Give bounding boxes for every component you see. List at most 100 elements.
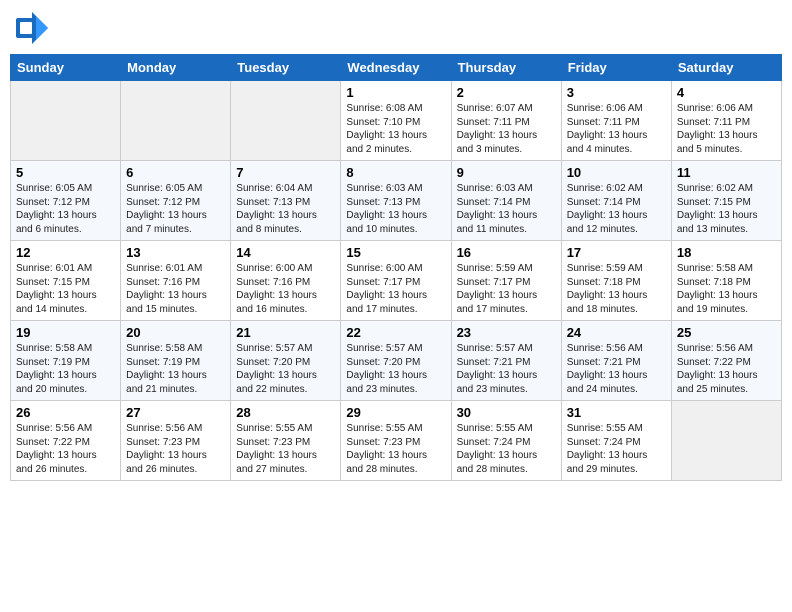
day-number: 29 [346, 405, 445, 420]
calendar-cell: 8 Sunrise: 6:03 AM Sunset: 7:13 PM Daylig… [341, 161, 451, 241]
calendar-cell: 21 Sunrise: 5:57 AM Sunset: 7:20 PM Dayli… [231, 321, 341, 401]
cell-info: Sunrise: 6:01 AM Sunset: 7:16 PM Dayligh… [126, 262, 225, 316]
calendar-cell: 15 Sunrise: 6:00 AM Sunset: 7:17 PM Dayli… [341, 241, 451, 321]
day-number: 2 [457, 85, 556, 100]
day-number: 27 [126, 405, 225, 420]
calendar-cell: 6 Sunrise: 6:05 AM Sunset: 7:12 PM Daylig… [121, 161, 231, 241]
cell-info: Sunrise: 6:00 AM Sunset: 7:16 PM Dayligh… [236, 262, 335, 316]
cell-info: Sunrise: 6:02 AM Sunset: 7:14 PM Dayligh… [567, 182, 666, 236]
day-number: 12 [16, 245, 115, 260]
calendar-cell: 1 Sunrise: 6:08 AM Sunset: 7:10 PM Daylig… [341, 81, 451, 161]
day-number: 24 [567, 325, 666, 340]
day-number: 23 [457, 325, 556, 340]
calendar-cell: 19 Sunrise: 5:58 AM Sunset: 7:19 PM Dayli… [11, 321, 121, 401]
cell-info: Sunrise: 6:04 AM Sunset: 7:13 PM Dayligh… [236, 182, 335, 236]
day-number: 20 [126, 325, 225, 340]
cell-info: Sunrise: 6:06 AM Sunset: 7:11 PM Dayligh… [677, 102, 776, 156]
day-number: 14 [236, 245, 335, 260]
day-number: 26 [16, 405, 115, 420]
calendar-cell: 3 Sunrise: 6:06 AM Sunset: 7:11 PM Daylig… [561, 81, 671, 161]
cell-info: Sunrise: 6:03 AM Sunset: 7:13 PM Dayligh… [346, 182, 445, 236]
calendar-cell: 27 Sunrise: 5:56 AM Sunset: 7:23 PM Dayli… [121, 401, 231, 481]
calendar-cell: 4 Sunrise: 6:06 AM Sunset: 7:11 PM Daylig… [671, 81, 781, 161]
cell-info: Sunrise: 5:57 AM Sunset: 7:20 PM Dayligh… [346, 342, 445, 396]
calendar-cell: 23 Sunrise: 5:57 AM Sunset: 7:21 PM Dayli… [451, 321, 561, 401]
calendar-cell: 10 Sunrise: 6:02 AM Sunset: 7:14 PM Dayli… [561, 161, 671, 241]
day-number: 21 [236, 325, 335, 340]
day-number: 25 [677, 325, 776, 340]
cell-info: Sunrise: 5:55 AM Sunset: 7:23 PM Dayligh… [346, 422, 445, 476]
day-number: 18 [677, 245, 776, 260]
calendar-cell: 7 Sunrise: 6:04 AM Sunset: 7:13 PM Daylig… [231, 161, 341, 241]
calendar-cell: 2Sunrise: 6:07 AM Sunset: 7:11 PM Daylig… [451, 81, 561, 161]
calendar-cell: 20Sunrise: 5:58 AM Sunset: 7:19 PM Dayli… [121, 321, 231, 401]
day-number: 7 [236, 165, 335, 180]
calendar-week-5: 26 Sunrise: 5:56 AM Sunset: 7:22 PM Dayli… [11, 401, 782, 481]
weekday-header-saturday: Saturday [671, 55, 781, 81]
cell-info: Sunrise: 6:06 AM Sunset: 7:11 PM Dayligh… [567, 102, 666, 156]
day-number: 28 [236, 405, 335, 420]
cell-info: Sunrise: 5:56 AM Sunset: 7:22 PM Dayligh… [677, 342, 776, 396]
cell-info: Sunrise: 5:56 AM Sunset: 7:21 PM Dayligh… [567, 342, 666, 396]
cell-info: Sunrise: 6:03 AM Sunset: 7:14 PM Dayligh… [457, 182, 556, 236]
weekday-header-friday: Friday [561, 55, 671, 81]
calendar-cell: 12 Sunrise: 6:01 AM Sunset: 7:15 PM Dayli… [11, 241, 121, 321]
day-number: 30 [457, 405, 556, 420]
day-number: 16 [457, 245, 556, 260]
day-number: 22 [346, 325, 445, 340]
calendar-cell: 13 Sunrise: 6:01 AM Sunset: 7:16 PM Dayli… [121, 241, 231, 321]
calendar-cell: 30 Sunrise: 5:55 AM Sunset: 7:24 PM Dayli… [451, 401, 561, 481]
day-number: 6 [126, 165, 225, 180]
day-number: 9 [457, 165, 556, 180]
day-number: 17 [567, 245, 666, 260]
calendar-cell [231, 81, 341, 161]
calendar-cell [11, 81, 121, 161]
weekday-header-tuesday: Tuesday [231, 55, 341, 81]
cell-info: Sunrise: 5:55 AM Sunset: 7:24 PM Dayligh… [457, 422, 556, 476]
calendar-cell: 18Sunrise: 5:58 AM Sunset: 7:18 PM Dayli… [671, 241, 781, 321]
calendar-cell: 24 Sunrise: 5:56 AM Sunset: 7:21 PM Dayli… [561, 321, 671, 401]
day-number: 19 [16, 325, 115, 340]
day-number: 31 [567, 405, 666, 420]
cell-info: Sunrise: 5:55 AM Sunset: 7:23 PM Dayligh… [236, 422, 335, 476]
cell-info: Sunrise: 6:05 AM Sunset: 7:12 PM Dayligh… [16, 182, 115, 236]
day-number: 3 [567, 85, 666, 100]
cell-info: Sunrise: 5:57 AM Sunset: 7:21 PM Dayligh… [457, 342, 556, 396]
calendar-cell: 26 Sunrise: 5:56 AM Sunset: 7:22 PM Dayli… [11, 401, 121, 481]
calendar-week-3: 12 Sunrise: 6:01 AM Sunset: 7:15 PM Dayli… [11, 241, 782, 321]
cell-info: Sunrise: 6:08 AM Sunset: 7:10 PM Dayligh… [346, 102, 445, 156]
cell-info: Sunrise: 6:01 AM Sunset: 7:15 PM Dayligh… [16, 262, 115, 316]
calendar-cell [121, 81, 231, 161]
weekday-header-monday: Monday [121, 55, 231, 81]
cell-info: Sunrise: 5:56 AM Sunset: 7:23 PM Dayligh… [126, 422, 225, 476]
day-number: 4 [677, 85, 776, 100]
calendar-cell: 14 Sunrise: 6:00 AM Sunset: 7:16 PM Dayli… [231, 241, 341, 321]
cell-info: Sunrise: 5:59 AM Sunset: 7:18 PM Dayligh… [567, 262, 666, 316]
cell-info: Sunrise: 5:58 AM Sunset: 7:19 PM Dayligh… [16, 342, 115, 396]
day-number: 1 [346, 85, 445, 100]
day-number: 8 [346, 165, 445, 180]
calendar-cell: 11Sunrise: 6:02 AM Sunset: 7:15 PM Dayli… [671, 161, 781, 241]
calendar-week-2: 5 Sunrise: 6:05 AM Sunset: 7:12 PM Daylig… [11, 161, 782, 241]
calendar-cell: 29 Sunrise: 5:55 AM Sunset: 7:23 PM Dayli… [341, 401, 451, 481]
cell-info: Sunrise: 5:56 AM Sunset: 7:22 PM Dayligh… [16, 422, 115, 476]
calendar-cell: 17 Sunrise: 5:59 AM Sunset: 7:18 PM Dayli… [561, 241, 671, 321]
weekday-header-sunday: Sunday [11, 55, 121, 81]
day-number: 5 [16, 165, 115, 180]
cell-info: Sunrise: 5:57 AM Sunset: 7:20 PM Dayligh… [236, 342, 335, 396]
cell-info: Sunrise: 6:05 AM Sunset: 7:12 PM Dayligh… [126, 182, 225, 236]
weekday-header-wednesday: Wednesday [341, 55, 451, 81]
day-number: 13 [126, 245, 225, 260]
cell-info: Sunrise: 6:00 AM Sunset: 7:17 PM Dayligh… [346, 262, 445, 316]
weekday-header-thursday: Thursday [451, 55, 561, 81]
day-number: 10 [567, 165, 666, 180]
cell-info: Sunrise: 5:55 AM Sunset: 7:24 PM Dayligh… [567, 422, 666, 476]
calendar-cell: 16Sunrise: 5:59 AM Sunset: 7:17 PM Dayli… [451, 241, 561, 321]
day-number: 15 [346, 245, 445, 260]
day-number: 11 [677, 165, 776, 180]
logo [14, 10, 54, 46]
calendar-cell: 22 Sunrise: 5:57 AM Sunset: 7:20 PM Dayli… [341, 321, 451, 401]
calendar-cell: 9 Sunrise: 6:03 AM Sunset: 7:14 PM Daylig… [451, 161, 561, 241]
calendar-cell: 25 Sunrise: 5:56 AM Sunset: 7:22 PM Dayli… [671, 321, 781, 401]
calendar-table: SundayMondayTuesdayWednesdayThursdayFrid… [10, 54, 782, 481]
